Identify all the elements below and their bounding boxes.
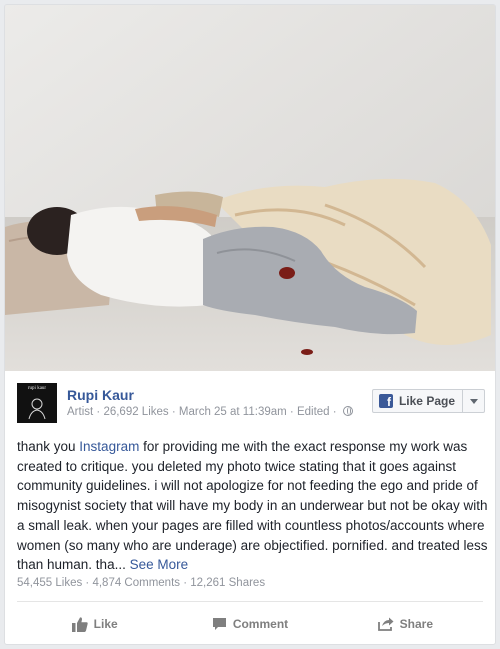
comment-button[interactable]: Comment xyxy=(172,607,327,641)
globe-icon[interactable] xyxy=(342,406,353,416)
like-button[interactable]: Like xyxy=(17,607,172,641)
see-more-link[interactable]: See More xyxy=(130,557,189,572)
comments-count[interactable]: 4,874 Comments xyxy=(92,577,180,589)
post-photo[interactable] xyxy=(5,5,495,371)
avatar[interactable]: rupi kaur xyxy=(17,383,57,423)
comment-button-label: Comment xyxy=(232,617,289,631)
like-page-label: Like Page xyxy=(398,394,455,408)
instagram-link[interactable]: Instagram xyxy=(79,439,139,454)
post-text-part1: thank you xyxy=(17,439,80,454)
thumbs-up-icon xyxy=(71,616,88,632)
like-page-button-group: Like Page xyxy=(371,389,485,413)
avatar-figure-icon xyxy=(28,398,46,420)
likes-count[interactable]: 54,455 Likes xyxy=(17,577,82,589)
shares-count[interactable]: 12,261 Shares xyxy=(190,577,265,589)
share-icon xyxy=(377,617,394,631)
like-button-label: Like xyxy=(93,617,118,631)
share-button-label: Share xyxy=(399,617,433,631)
like-page-button[interactable]: Like Page xyxy=(373,390,462,412)
like-page-menu-button[interactable] xyxy=(462,390,484,412)
photo-illustration xyxy=(5,5,495,371)
post-text: thank you Instagram for providing me wit… xyxy=(17,437,491,575)
post-actions: Like Comment Share xyxy=(17,607,483,641)
post-text-part2: for providing me with the exact response… xyxy=(17,439,488,573)
post-date[interactable]: March 25 at 11:39am xyxy=(179,406,287,418)
post-meta: Artist · 26,692 Likes · March 25 at 11:3… xyxy=(67,406,353,418)
page-name-link[interactable]: Rupi Kaur xyxy=(67,387,134,403)
divider xyxy=(17,601,483,602)
comment-icon xyxy=(212,618,226,630)
page-likes[interactable]: 26,692 Likes xyxy=(103,406,168,418)
edited-label[interactable]: Edited xyxy=(297,406,330,418)
facebook-post: rupi kaur Rupi Kaur Artist · 26,692 Like… xyxy=(4,4,496,645)
engagement-counts: 54,455 Likes · 4,874 Comments · 12,261 S… xyxy=(17,577,266,589)
share-button[interactable]: Share xyxy=(328,607,483,641)
post-header: rupi kaur Rupi Kaur Artist · 26,692 Like… xyxy=(17,383,485,427)
chevron-down-icon xyxy=(469,398,478,404)
facebook-icon xyxy=(378,394,393,409)
page-category: Artist xyxy=(67,406,94,418)
